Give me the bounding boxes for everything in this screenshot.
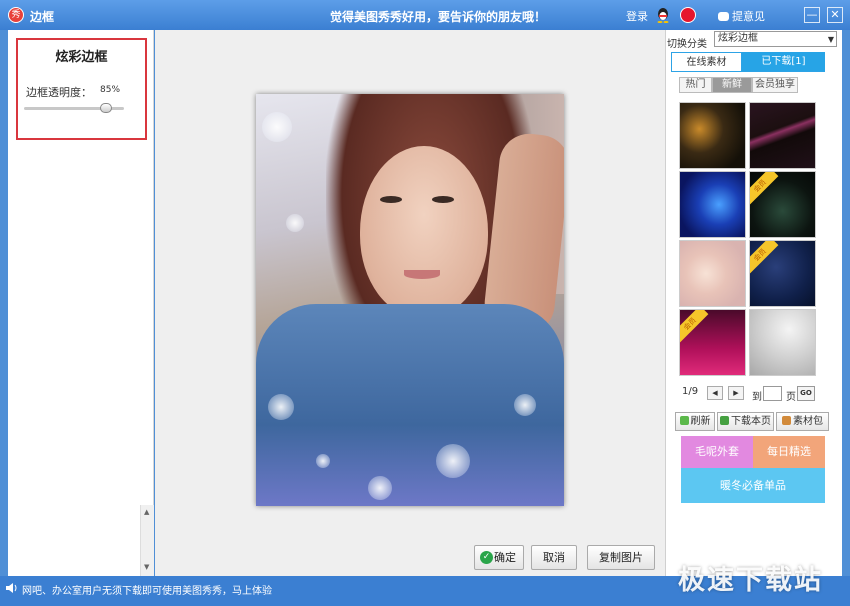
preview-photo	[256, 94, 564, 506]
title-bar: 秀 边框 觉得美图秀秀好用，要告诉你的朋友哦！ 登录 提意见 — ✕	[0, 0, 850, 30]
download-page-label: 下载本页	[731, 416, 771, 427]
category-select[interactable]: 炫彩边框 ▼	[714, 31, 837, 47]
vip-badge: 会员	[750, 241, 779, 274]
opacity-value: 85%	[100, 85, 121, 95]
refresh-label: 刷新	[690, 416, 711, 427]
sparkle	[286, 214, 304, 232]
opacity-slider-thumb[interactable]	[100, 103, 112, 113]
feedback-link[interactable]: 提意见	[718, 8, 765, 24]
photo-eye	[432, 196, 454, 203]
material-thumb[interactable]: 会员	[749, 240, 816, 307]
material-pack-label: 素材包	[793, 416, 823, 427]
scroll-down-icon[interactable]: ▼	[144, 563, 149, 571]
material-thumb[interactable]	[679, 171, 746, 238]
category-selected: 炫彩边框	[718, 33, 758, 44]
left-settings-panel: 炫彩边框 边框透明度： 85% ▲ ▼	[8, 30, 154, 576]
tab-downloaded[interactable]: 已下载[1]	[742, 52, 825, 71]
minimize-button[interactable]: —	[804, 7, 820, 23]
watermark-text: 极速下载站	[678, 565, 823, 596]
filter-vip[interactable]: 会员独享	[752, 77, 798, 93]
tab-online-materials[interactable]: 在线素材	[671, 52, 742, 71]
vip-badge: 会员	[680, 310, 709, 343]
tab-divider	[671, 71, 825, 72]
ad-banner[interactable]: 毛呢外套 每日精选 暖冬必备单品	[681, 436, 825, 503]
material-thumb[interactable]	[749, 102, 816, 169]
prev-page-icon[interactable]: ◀	[707, 386, 723, 400]
status-message-link[interactable]: 网吧、办公室用户无须下载即可使用美图秀秀，马上体验	[22, 582, 272, 597]
canvas-area: ✓ 确定 取消 复制图片	[155, 30, 665, 576]
login-link[interactable]: 登录	[626, 8, 648, 24]
ad-banner-winter-items[interactable]: 暖冬必备单品	[681, 468, 825, 503]
ad-banner-wool-coat[interactable]: 毛呢外套	[681, 436, 753, 468]
material-pack-button[interactable]: 素材包	[776, 412, 829, 431]
left-scrollbar[interactable]: ▲ ▼	[140, 505, 154, 576]
page-unit-label: 页	[786, 392, 796, 403]
sparkle	[316, 454, 330, 468]
sparkle	[514, 394, 536, 416]
refresh-icon	[679, 416, 689, 425]
category-label: 切换分类	[667, 39, 707, 50]
ok-button[interactable]: ✓ 确定	[474, 545, 524, 570]
photo-mouth	[404, 270, 440, 279]
download-icon	[720, 416, 729, 425]
cancel-button[interactable]: 取消	[531, 545, 577, 570]
page-input[interactable]	[763, 386, 782, 401]
speech-bubble-icon	[718, 12, 729, 21]
next-page-icon[interactable]: ▶	[728, 386, 744, 400]
vip-badge: 会员	[750, 172, 779, 205]
material-thumb[interactable]	[679, 240, 746, 307]
slogan-text: 觉得美图秀秀好用，要告诉你的朋友哦！	[330, 10, 547, 24]
opacity-label: 边框透明度：	[26, 86, 92, 99]
package-icon	[782, 416, 791, 425]
check-icon: ✓	[480, 551, 493, 564]
material-thumb[interactable]	[749, 309, 816, 376]
chevron-down-icon: ▼	[827, 35, 834, 44]
sparkle	[368, 476, 392, 500]
close-button[interactable]: ✕	[827, 7, 843, 23]
photo-eye	[380, 196, 402, 203]
material-thumb[interactable]: 会员	[679, 309, 746, 376]
weibo-icon[interactable]	[680, 7, 696, 23]
photo-face	[360, 146, 488, 318]
filter-hot[interactable]: 热门	[679, 77, 712, 93]
material-thumb[interactable]: 会员	[749, 171, 816, 238]
ad-banner-daily-picks[interactable]: 每日精选	[753, 436, 825, 468]
right-material-panel: 切换分类 炫彩边框 ▼ 在线素材 已下载[1] 热门 新鲜 会员独享 会员 会员 …	[665, 30, 842, 576]
sparkle	[262, 112, 292, 142]
frame-title: 炫彩边框	[55, 50, 108, 65]
filter-new[interactable]: 新鲜	[712, 77, 752, 93]
window-title: 边框	[30, 10, 55, 24]
goto-label: 到	[752, 392, 762, 403]
scroll-up-icon[interactable]: ▲	[144, 508, 149, 516]
copy-image-button[interactable]: 复制图片	[587, 545, 655, 570]
qq-icon[interactable]	[656, 7, 670, 23]
download-page-button[interactable]: 下载本页	[717, 412, 774, 431]
material-thumb[interactable]	[679, 102, 746, 169]
page-indicator: 1/9	[682, 386, 699, 397]
sparkle	[268, 394, 294, 420]
feedback-label: 提意见	[732, 10, 765, 23]
meitu-logo-icon: 秀	[8, 7, 24, 23]
speaker-icon	[6, 583, 17, 593]
sparkle	[436, 444, 470, 478]
ok-label: 确定	[494, 551, 516, 564]
refresh-button[interactable]: 刷新	[675, 412, 715, 431]
go-button[interactable]: GO	[797, 386, 815, 401]
frame-settings-box: 炫彩边框 边框透明度： 85%	[16, 38, 147, 140]
